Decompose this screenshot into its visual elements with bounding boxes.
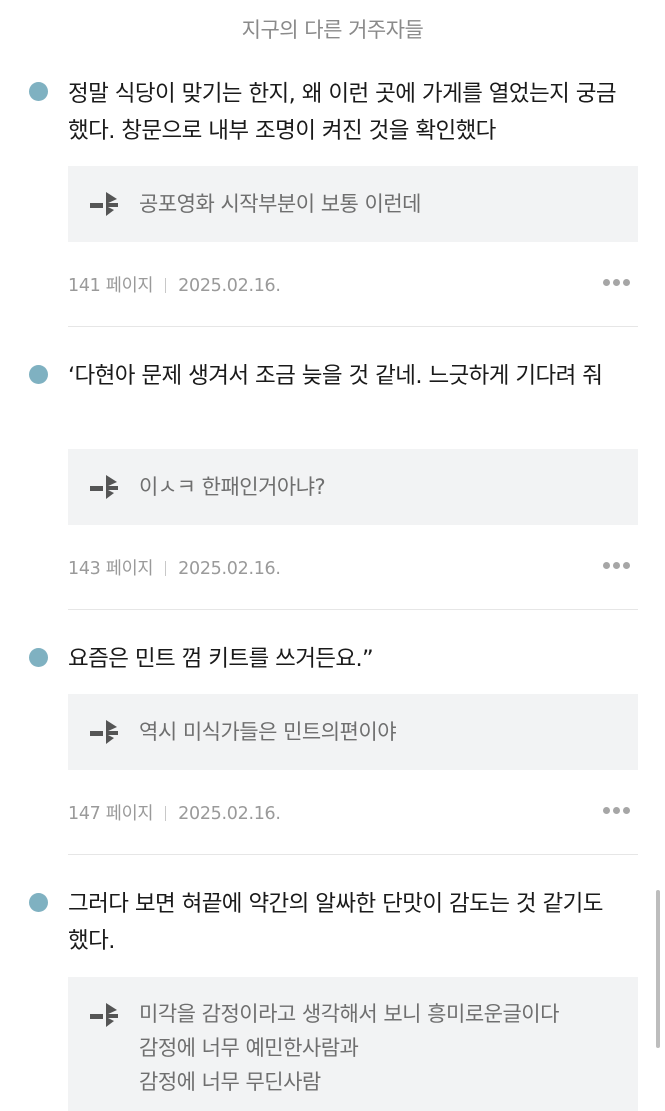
memo-box[interactable]: 역시 미식가들은 민트의편이야 (68, 694, 638, 770)
memo-line: 미각을 감정이라고 생각해서 보니 흥미로운글이다 (139, 1002, 559, 1026)
divider (68, 854, 638, 855)
meta-separator (165, 561, 167, 576)
entry-meta: 143 페이지 2025.02.16. (68, 555, 281, 580)
dot-icon (29, 893, 48, 912)
memo-text: 공포영화 시작부분이 보통 이런데 (139, 192, 422, 216)
memo-line: 감정에 너무 예민한사람과 (139, 1036, 359, 1060)
page-number: 147 페이지 (68, 804, 154, 824)
page-number: 143 페이지 (68, 559, 154, 579)
memo-text: 이ㅅㅋ 한패인거아냐? (139, 475, 326, 499)
highlight-quote[interactable]: 요즘은 민트 껌 키트를 쓰거든요.” (68, 641, 628, 678)
entry-date: 2025.02.16. (178, 276, 281, 296)
scrollbar[interactable] (656, 890, 660, 1048)
memo-box[interactable]: 미각을 감정이라고 생각해서 보니 흥미로운글이다 감정에 너무 예민한사람과 … (68, 977, 638, 1111)
divider (68, 326, 638, 327)
page-number: 141 페이지 (68, 276, 154, 296)
divider (68, 609, 638, 610)
more-icon[interactable] (603, 562, 631, 570)
memo-box[interactable]: 공포영화 시작부분이 보통 이런데 (68, 166, 638, 242)
highlight-quote[interactable]: ‘다현아 문제 생겨서 조금 늦을 것 같네. 느긋하게 기다려 줘 (68, 358, 628, 395)
meta-separator (165, 278, 167, 293)
memo-icon (90, 720, 118, 744)
more-icon[interactable] (603, 279, 631, 287)
memo-text: 미각을 감정이라고 생각해서 보니 흥미로운글이다 감정에 너무 예민한사람과 … (139, 997, 629, 1099)
highlight-quote[interactable]: 정말 식당이 맞기는 한지, 왜 이런 곳에 가게를 열었는지 궁금했다. 창문… (68, 76, 628, 150)
entry-date: 2025.02.16. (178, 804, 281, 824)
dot-icon (29, 648, 48, 667)
memo-icon (90, 1003, 118, 1027)
dot-icon (29, 365, 48, 384)
page-title: 지구의 다른 거주자들 (241, 18, 424, 42)
entry-meta: 147 페이지 2025.02.16. (68, 800, 281, 825)
memo-line: 감정에 너무 무딘사람 (139, 1070, 321, 1094)
memo-text: 역시 미식가들은 민트의편이야 (139, 720, 397, 744)
meta-separator (165, 806, 167, 821)
dot-icon (29, 82, 48, 101)
more-icon[interactable] (603, 807, 631, 815)
memo-icon (90, 192, 118, 216)
memo-box[interactable]: 이ㅅㅋ 한패인거아냐? (68, 449, 638, 525)
entry-meta: 141 페이지 2025.02.16. (68, 272, 281, 297)
memo-icon (90, 475, 118, 499)
entry-date: 2025.02.16. (178, 559, 281, 579)
highlight-quote[interactable]: 그러다 보면 혀끝에 약간의 알싸한 단맛이 감도는 것 같기도 했다. (68, 886, 628, 960)
